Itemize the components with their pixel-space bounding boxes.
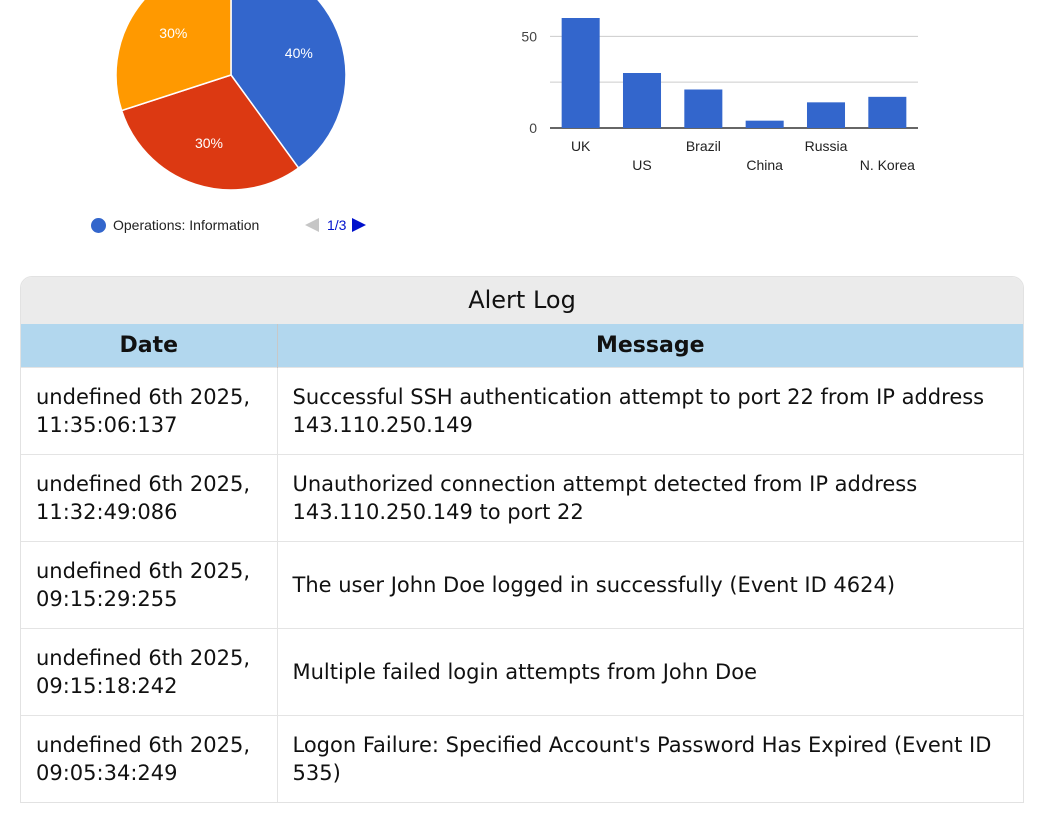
- row-message: Logon Failure: Specified Account's Passw…: [277, 715, 1023, 802]
- legend-color-dot: [91, 217, 106, 233]
- x-tick-label: China: [746, 157, 783, 173]
- row-message: Successful SSH authentication attempt to…: [277, 367, 1023, 455]
- x-tick-label: Russia: [805, 138, 848, 154]
- table-row: undefined 6th 2025, 11:35:06:137 Success…: [21, 367, 1023, 455]
- pager-prev-arrow-icon[interactable]: [305, 218, 319, 232]
- table-row: undefined 6th 2025, 11:32:49:086 Unautho…: [21, 454, 1023, 542]
- row-date: undefined 6th 2025, 11:32:49:086: [21, 454, 278, 542]
- x-tick-label: Brazil: [686, 138, 721, 154]
- pie-chart-svg: 40% 30% 30%: [115, 0, 347, 191]
- x-tick-label: UK: [571, 138, 591, 154]
- table-row: undefined 6th 2025, 09:05:34:249 Logon F…: [21, 715, 1023, 802]
- bar[interactable]: [745, 120, 784, 128]
- bar[interactable]: [561, 18, 600, 128]
- row-date: undefined 6th 2025, 09:05:34:249: [21, 715, 278, 802]
- pie-slice-label: 30%: [195, 135, 223, 151]
- dashboard-page: 40% 30% 30% Operations: Information 1/3 0 5…: [0, 0, 1039, 814]
- table-row: undefined 6th 2025, 09:15:18:242 Multipl…: [21, 628, 1023, 716]
- pie-chart: 40% 30% 30% Operations: Information 1/3: [80, 0, 400, 250]
- column-header-message[interactable]: Message: [277, 324, 1023, 368]
- row-date: undefined 6th 2025, 11:35:06:137: [21, 367, 278, 455]
- row-message: Multiple failed login attempts from John…: [277, 628, 1023, 716]
- bar[interactable]: [868, 96, 907, 128]
- pager-page-indicator: 1/3: [327, 217, 347, 233]
- table-header-row: Date Message: [21, 324, 1023, 368]
- y-tick-label: 0: [529, 120, 537, 136]
- alert-log-table: Date Message undefined 6th 2025, 11:35:0…: [21, 324, 1023, 802]
- x-tick-label: N. Korea: [860, 157, 915, 173]
- bar[interactable]: [622, 73, 662, 128]
- table-row: undefined 6th 2025, 09:15:29:255 The use…: [21, 541, 1023, 629]
- row-message: Unauthorized connection attempt detected…: [277, 454, 1023, 542]
- alert-log-title: Alert Log: [21, 277, 1023, 324]
- pie-slice-label: 40%: [285, 45, 313, 61]
- x-tick-label: US: [632, 157, 651, 173]
- bar[interactable]: [806, 102, 846, 128]
- row-date: undefined 6th 2025, 09:15:29:255: [21, 541, 278, 629]
- pager-next-arrow-icon[interactable]: [352, 218, 367, 232]
- pie-slice-label: 30%: [159, 25, 187, 41]
- row-date: undefined 6th 2025, 09:15:18:242: [21, 628, 278, 716]
- alert-log-panel: Alert Log Date Message undefined 6th 202…: [20, 276, 1024, 803]
- pie-legend: Operations: Information: [91, 217, 259, 233]
- bar[interactable]: [684, 89, 723, 129]
- bar-chart: 0 50 UK US Brazil China Russia N. Korea: [521, 18, 918, 173]
- column-header-date[interactable]: Date: [21, 324, 278, 368]
- y-tick-label: 50: [521, 28, 537, 44]
- legend-label: Operations: Information: [113, 217, 260, 233]
- row-message: The user John Doe logged in successfully…: [277, 541, 1023, 629]
- legend-pager: 1/3: [305, 217, 367, 233]
